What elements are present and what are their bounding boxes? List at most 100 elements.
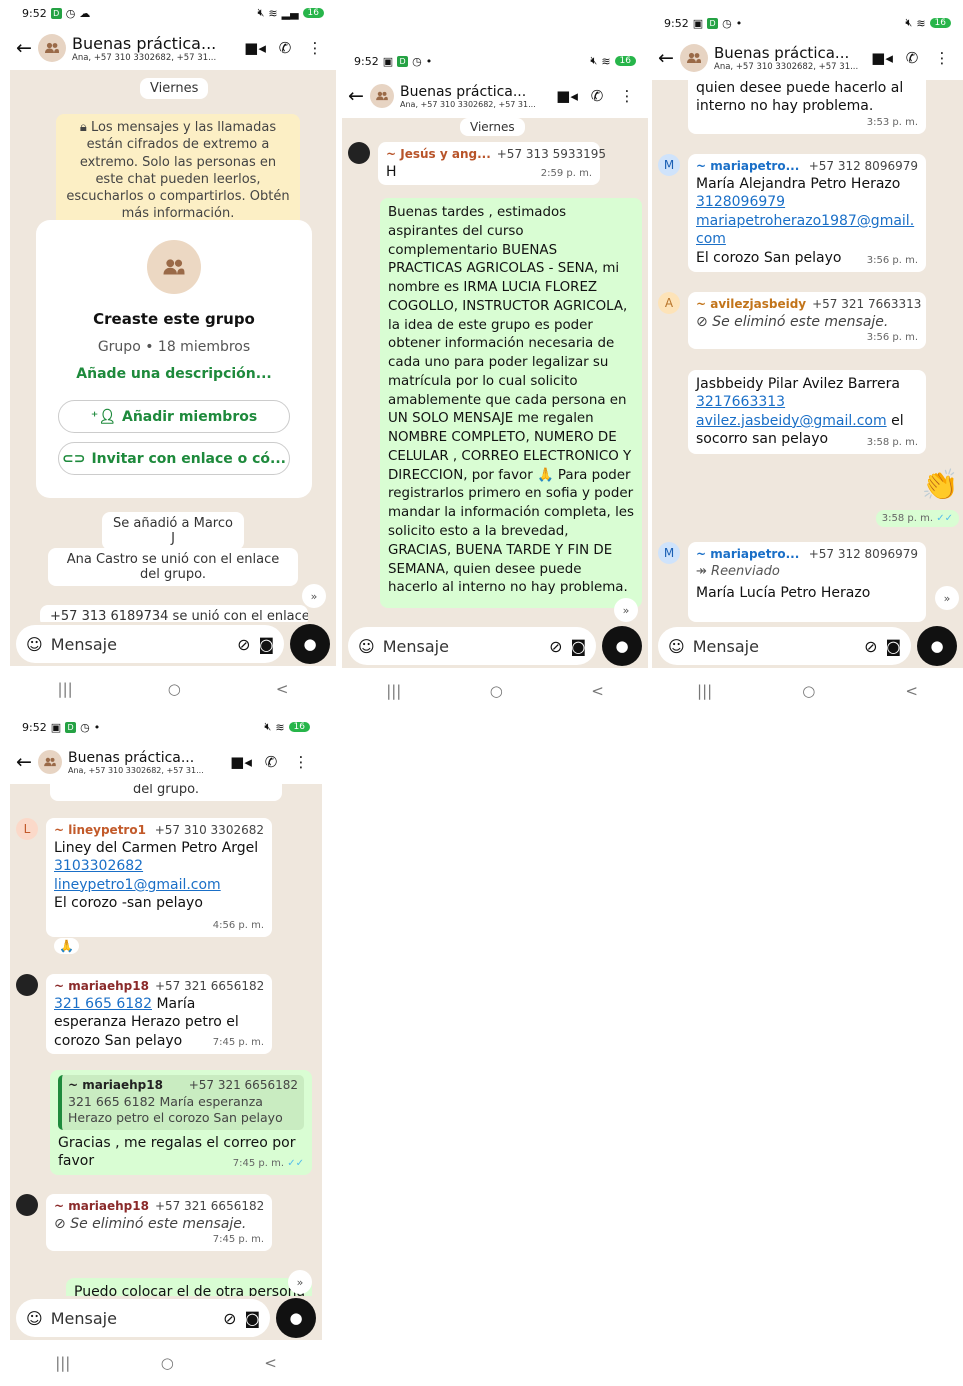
- back-nav-icon[interactable]: <: [264, 1354, 277, 1372]
- home-icon[interactable]: ○: [802, 682, 815, 700]
- incoming-message[interactable]: ~ mariapetro... +57 312 8096979 María Ale…: [688, 154, 926, 273]
- back-nav-icon[interactable]: <: [276, 680, 289, 698]
- attach-icon[interactable]: ⊘: [549, 637, 562, 656]
- more-options-icon[interactable]: ⋮: [927, 49, 957, 67]
- video-call-icon[interactable]: ■◂: [552, 87, 582, 105]
- incoming-message[interactable]: ~ Jesús y ang... +57 313 5933195 H 2:59 p…: [378, 142, 606, 186]
- sender-avatar[interactable]: M: [658, 542, 680, 564]
- emoji-icon[interactable]: ☺: [26, 1309, 43, 1328]
- sender-avatar[interactable]: [348, 142, 370, 164]
- message-field[interactable]: ☺ Mensaje ⊘ ◙: [348, 627, 596, 665]
- back-arrow-icon[interactable]: ←: [16, 751, 38, 773]
- phone-link[interactable]: 3128096979: [696, 193, 918, 211]
- add-members-button[interactable]: ⁺👤︎ Añadir miembros: [58, 400, 290, 433]
- incoming-message[interactable]: ~ lineypetro1 +57 310 3302682 Liney del C…: [46, 818, 272, 937]
- scroll-down-button[interactable]: »: [302, 584, 326, 608]
- recents-icon[interactable]: |||: [58, 680, 73, 698]
- sender-avatar[interactable]: L: [16, 818, 38, 840]
- chat-title-block[interactable]: Buenas práctica... Ana, +57 310 3302682, …: [68, 750, 226, 775]
- chat-title-block[interactable]: Buenas práctica... Ana, +57 310 3302682, …: [72, 34, 240, 63]
- emoji-icon[interactable]: ☺: [668, 637, 685, 656]
- voice-call-icon[interactable]: ✆: [897, 49, 927, 67]
- mic-button[interactable]: ●: [290, 624, 330, 664]
- outgoing-message[interactable]: ~ mariaehp18 +57 321 6656182 321 665 6182…: [50, 1070, 312, 1175]
- recents-icon[interactable]: |||: [697, 682, 712, 700]
- recents-icon[interactable]: |||: [55, 1354, 70, 1372]
- more-options-icon[interactable]: ⋮: [286, 753, 316, 771]
- home-icon[interactable]: ○: [168, 680, 181, 698]
- outgoing-message[interactable]: Puedo colocar el de otra persona: [66, 1278, 312, 1296]
- emoji-icon[interactable]: ☺: [358, 637, 375, 656]
- back-nav-icon[interactable]: <: [591, 682, 604, 700]
- camera-icon[interactable]: ◙: [885, 637, 901, 656]
- message-field[interactable]: ☺ Mensaje ⊘ ◙: [16, 1299, 270, 1337]
- outgoing-message[interactable]: Buenas tardes , estimados aspirantes del…: [380, 198, 642, 609]
- sender-avatar[interactable]: M: [658, 154, 680, 176]
- incoming-message[interactable]: ~ avilezjasbeidy +57 321 7663313 ⊘ Se eli…: [688, 292, 926, 350]
- mic-button[interactable]: ●: [276, 1298, 316, 1338]
- incoming-message[interactable]: quien desee puede hacerlo al interno no …: [688, 80, 926, 135]
- voice-call-icon[interactable]: ✆: [270, 39, 300, 57]
- add-description-link[interactable]: Añade una descripción...: [36, 366, 312, 382]
- emoji-icon[interactable]: ☺: [26, 635, 43, 654]
- incoming-message[interactable]: ~ mariapetro... +57 312 8096979 ↠ Reenvia…: [688, 542, 926, 622]
- incoming-message[interactable]: ~ mariaehp18 +57 321 6656182 321 665 6182…: [46, 974, 272, 1055]
- voice-call-icon[interactable]: ✆: [256, 753, 286, 771]
- home-icon[interactable]: ○: [161, 1354, 174, 1372]
- email-link[interactable]: lineypetro1@gmail.com: [54, 876, 264, 894]
- email-link[interactable]: mariapetroherazo1987@gmail.com: [696, 212, 918, 249]
- recents-icon[interactable]: |||: [386, 682, 401, 700]
- reaction-badge[interactable]: 🙏: [54, 938, 79, 954]
- back-arrow-icon[interactable]: ←: [348, 85, 370, 107]
- home-icon[interactable]: ○: [490, 682, 503, 700]
- sender-avatar[interactable]: A: [658, 292, 680, 314]
- group-avatar[interactable]: [38, 750, 62, 774]
- incoming-message[interactable]: ~ mariaehp18 +57 321 6656182 ⊘ Se eliminó…: [46, 1194, 272, 1252]
- group-avatar[interactable]: [370, 84, 394, 108]
- sender-name[interactable]: ~ mariapetro...: [696, 159, 799, 175]
- back-nav-icon[interactable]: <: [905, 682, 918, 700]
- message-field[interactable]: ☺ Mensaje ⊘ ◙: [658, 627, 911, 665]
- invite-link-button[interactable]: ⊂⊃ Invitar con enlace o có...: [58, 442, 290, 475]
- scroll-down-button[interactable]: »: [935, 586, 959, 610]
- phone-link[interactable]: 321 665 6182: [54, 996, 152, 1012]
- camera-icon[interactable]: ◙: [258, 635, 274, 654]
- back-arrow-icon[interactable]: ←: [658, 47, 680, 69]
- sender-avatar[interactable]: [16, 974, 38, 996]
- attach-icon[interactable]: ⊘: [223, 1309, 236, 1328]
- sender-name[interactable]: ~ Jesús y ang...: [386, 147, 491, 163]
- sender-name[interactable]: ~ avilezjasbeidy: [696, 297, 806, 313]
- more-options-icon[interactable]: ⋮: [300, 39, 330, 57]
- mic-button[interactable]: ●: [917, 626, 957, 666]
- video-call-icon[interactable]: ■◂: [226, 753, 256, 771]
- quoted-message[interactable]: ~ mariaehp18 +57 321 6656182 321 665 6182…: [58, 1075, 304, 1130]
- phone-link[interactable]: 3103302682: [54, 857, 264, 875]
- mic-button[interactable]: ●: [602, 626, 642, 666]
- chat-title-block[interactable]: Buenas práctica... Ana, +57 310 3302682, …: [714, 44, 867, 72]
- group-avatar[interactable]: [680, 44, 708, 72]
- sender-name[interactable]: ~ lineypetro1: [54, 823, 146, 839]
- scroll-down-button[interactable]: »: [288, 1270, 312, 1294]
- scroll-down-button[interactable]: »: [614, 598, 638, 622]
- sender-name[interactable]: ~ mariaehp18: [54, 1199, 149, 1215]
- voice-call-icon[interactable]: ✆: [582, 87, 612, 105]
- video-call-icon[interactable]: ■◂: [240, 39, 270, 57]
- camera-icon[interactable]: ◙: [244, 1309, 260, 1328]
- email-link[interactable]: avilez.jasbeidy@gmail.com: [696, 413, 887, 429]
- encryption-notice[interactable]: 🔒︎ Los mensajes y las llamadas están cif…: [56, 114, 300, 228]
- message-field[interactable]: ☺ Mensaje ⊘ ◙: [16, 625, 284, 663]
- attach-icon[interactable]: ⊘: [864, 637, 877, 656]
- attach-icon[interactable]: ⊘: [237, 635, 250, 654]
- more-options-icon[interactable]: ⋮: [612, 87, 642, 105]
- incoming-message[interactable]: Jasbbeidy Pilar Avilez Barrera 321766331…: [688, 370, 926, 454]
- sender-name[interactable]: ~ mariapetro...: [696, 547, 799, 563]
- camera-icon[interactable]: ◙: [570, 637, 586, 656]
- sender-avatar[interactable]: [16, 1194, 38, 1216]
- clap-emoji[interactable]: 👏: [922, 468, 959, 503]
- sender-name[interactable]: ~ mariaehp18: [54, 979, 149, 995]
- phone-link[interactable]: 3217663313: [696, 394, 785, 410]
- video-call-icon[interactable]: ■◂: [867, 49, 897, 67]
- group-avatar[interactable]: [38, 34, 66, 62]
- outgoing-message[interactable]: 3:58 p. m. ✓✓: [875, 510, 959, 528]
- back-arrow-icon[interactable]: ←: [16, 37, 38, 59]
